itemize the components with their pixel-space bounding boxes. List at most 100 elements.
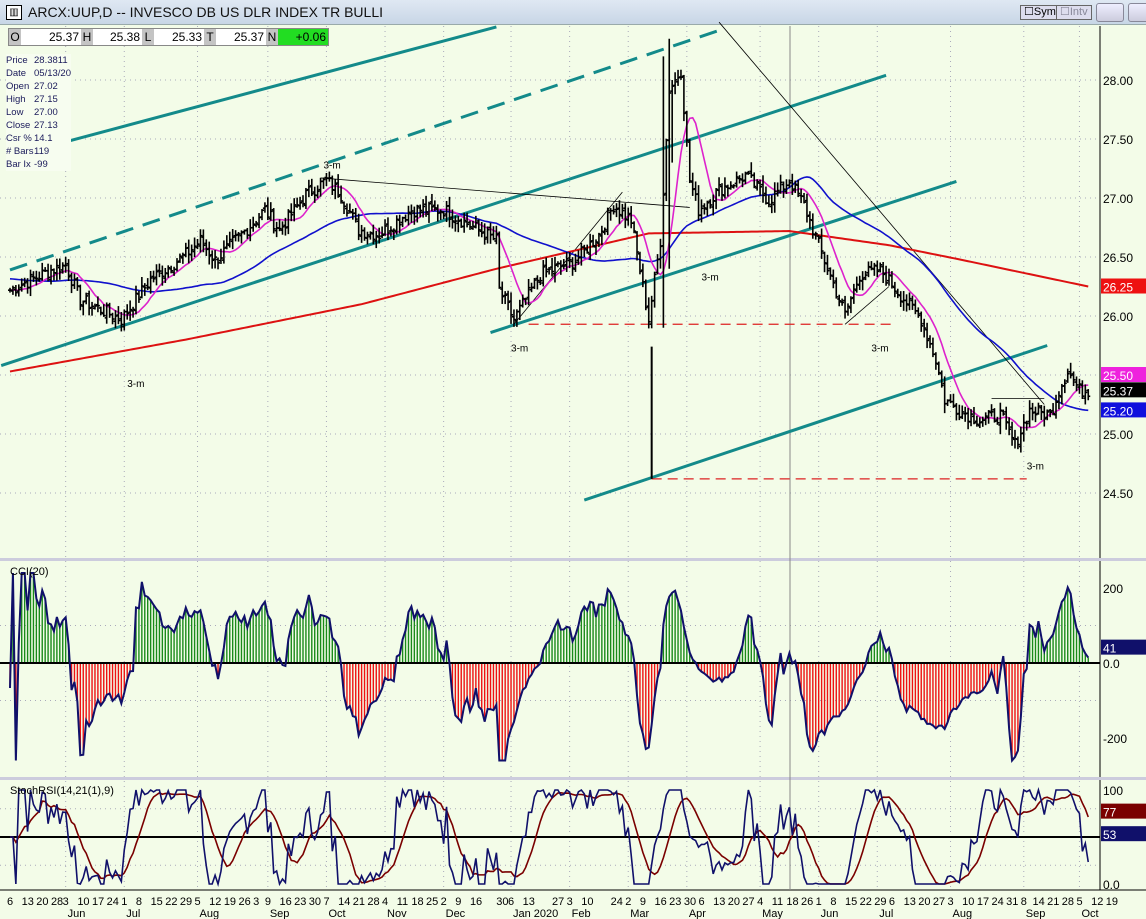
ohlc-bar [673,72,678,95]
ohlc-bar [183,242,188,258]
ohlc-bar [623,203,628,229]
info-label: Low [6,107,24,118]
price-tick-label: 27.00 [1103,192,1133,206]
month-label: Oct [328,908,345,919]
cci-histogram [9,573,1089,761]
ohlc-bar [875,260,880,278]
ohlc-bar [262,202,267,213]
date-tick-label: 27 [552,896,564,908]
date-tick-label: 8 [830,896,836,908]
chart-canvas[interactable]: 3-m3-m3-m3-m3-m3-m28.0027.5027.0026.5026… [0,0,1146,919]
ohlc-bar [491,226,496,241]
date-tick-label: 4 [757,896,763,908]
ohlc-bar [306,179,311,198]
ohlc-bar [913,299,918,315]
ohlc-bar [365,231,370,245]
ohlc-bar [728,181,733,190]
info-label: Open [6,81,30,92]
ohlc-bar [321,177,326,189]
date-tick-label: 19 [1106,896,1118,908]
date-tick-label: 22 [860,896,872,908]
date-tick-label: 21 [353,896,365,908]
ohlc-bar [857,275,862,290]
date-tick-label: 12 [209,896,221,908]
trendline-thin [320,177,690,208]
date-tick-label: 9 [640,896,646,908]
ohlc-bar [526,279,531,306]
price-axis [1100,26,1146,890]
trendlines [0,21,1048,502]
date-tick-label: 16 [279,896,291,908]
date-tick-label: 29 [874,896,886,908]
panel-divider [0,558,1146,561]
date-tick-label: 3 [253,896,259,908]
price-marker-label: 26.25 [1103,281,1133,295]
info-value: 27.13 [34,120,58,131]
ohlc-bar [54,258,59,281]
date-tick-label: 3 [63,896,69,908]
info-value: 05/13/20 [34,68,71,79]
price-tick-label: 26.00 [1103,310,1133,324]
month-label: Aug [200,908,220,919]
ohlc-bar [1033,406,1038,423]
price-tick-label: 24.50 [1103,487,1133,501]
ohlc-bar [500,281,505,304]
cci-title: CCI(20) [10,566,49,578]
ohlc-bar [910,295,915,310]
ohlc-bar [1083,384,1088,405]
date-tick-label: 6 [7,896,13,908]
ohlc-bar [485,226,490,244]
ohlc-bar [632,221,637,234]
date-tick-label: 3 [567,896,573,908]
ohlc-bar [532,277,537,289]
ohlc-bar [327,171,332,182]
month-label: Mar [630,908,649,919]
stoch-signal-line [10,791,1089,885]
info-label: Bar Ix [6,159,31,170]
ohlc-bar [216,257,221,270]
ohlc-bar [1080,380,1085,400]
date-tick-label: 9 [455,896,461,908]
ohlc-bar [966,408,971,430]
ma50-line [9,176,1089,412]
ohlc-bar [251,216,256,232]
ohlc-bar [1007,417,1012,436]
ohlc-bar [207,241,212,265]
date-tick-label: 4 [382,896,388,908]
ohlc-bar [28,269,33,297]
stoch-tick-label: 100 [1103,784,1123,798]
date-tick-label: 16 [470,896,482,908]
ohlc-bar [819,228,824,259]
open-label: O [9,29,21,45]
ohlc-bar [772,182,777,213]
info-row: Close 27.13 [6,119,71,132]
ohlc-bar [614,203,619,218]
date-tick-label: 10 [962,896,974,908]
ohlc-bar [775,182,780,197]
date-tick-label: 18 [411,896,423,908]
ohlc-bar [960,405,965,420]
cci-tick-label: 200 [1103,582,1123,596]
info-row: Price 28.3811 [6,54,71,67]
ohlc-bar [456,216,461,233]
ohlc-bar [599,225,604,246]
month-label: Jun [68,908,86,919]
pattern-annotation: 3-m [871,343,888,354]
ohlc-bar [69,272,74,294]
ohlc-bar [884,265,889,286]
ohlc-bar [919,311,924,332]
date-tick-label: 20 [728,896,740,908]
high-label: H [81,29,93,45]
ohlc-bar [916,307,921,318]
ohlc-bar [403,214,408,223]
ohlc-bar [1042,405,1047,427]
ohlc-bar [687,139,692,184]
date-tick-label: 28 [51,896,63,908]
ohlc-bar [72,273,77,290]
date-tick-label: 27 [742,896,754,908]
date-tick-label: 31 [1006,896,1018,908]
ohlc-bar [1065,368,1070,383]
date-tick-label: 10 [581,896,593,908]
ohlc-bar [620,203,625,219]
ohlc-bar [157,263,162,278]
